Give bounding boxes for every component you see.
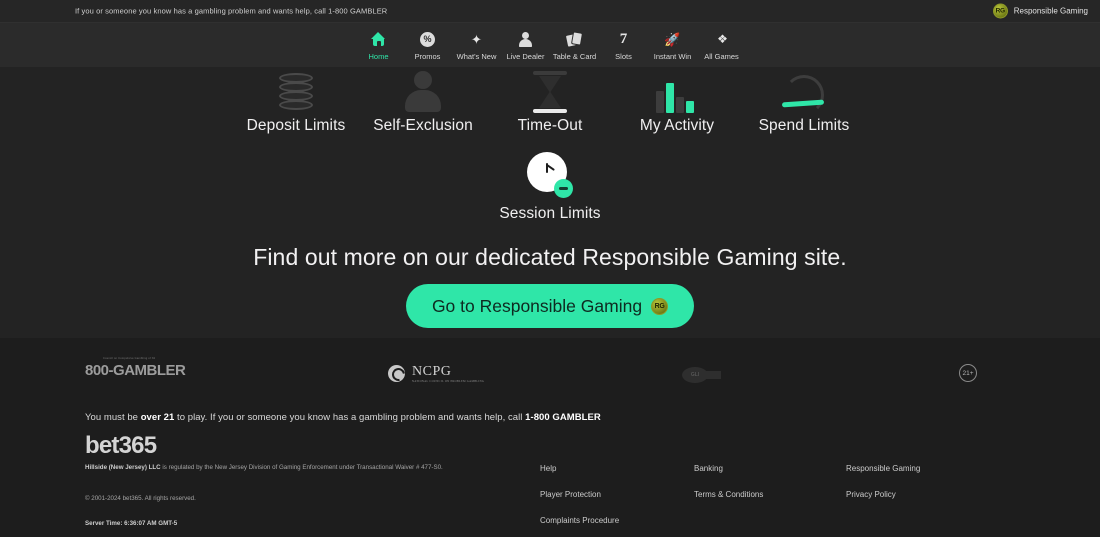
age-notice-over21: over 21 <box>140 412 175 423</box>
copyright-text: © 2001-2024 bet365. All rights reserved. <box>85 495 196 502</box>
age-notice-phone: 1-800 GAMBLER <box>525 412 601 423</box>
top-notice-bar: If you or someone you know has a gamblin… <box>0 0 1100 23</box>
nav-label: Promos <box>414 51 441 61</box>
tool-label: Spend Limits <box>758 117 850 134</box>
rg-tools-row-2: Session Limits <box>0 149 1100 223</box>
rg-badge-icon: RG <box>992 3 1008 19</box>
nav-item-whats-new[interactable]: ✦ What's New <box>452 23 501 67</box>
800-gambler-text: 800-GAMBLER <box>85 362 186 379</box>
footer-link-banking[interactable]: Banking <box>694 464 763 473</box>
nav-item-slots[interactable]: 7 Slots <box>599 23 648 67</box>
nav-label: Slots <box>615 51 632 61</box>
certification-tag <box>704 370 721 379</box>
go-to-responsible-gaming-button[interactable]: Go to Responsible Gaming RG <box>405 284 695 328</box>
hero-section: Deposit Limits Self-Exclusion Time-Out M… <box>0 23 1100 338</box>
ncpg-subtext: NATIONAL COUNCIL ON PROBLEM GAMBLING <box>412 380 485 383</box>
ncpg-spiral-icon <box>388 365 405 382</box>
cta-label: Go to Responsible Gaming <box>431 295 643 316</box>
800-gambler-subtext: Council on Compulsive Gambling of NJ <box>103 357 156 360</box>
hero-headline: Find out more on our dedicated Responsib… <box>253 244 847 270</box>
age-notice-part1: You must be <box>85 412 141 423</box>
tool-session-limits[interactable]: Session Limits <box>487 149 614 223</box>
cta-container: Go to Responsible Gaming RG <box>0 284 1100 328</box>
ncpg-logo: NCPG NATIONAL COUNCIL ON PROBLEM GAMBLIN… <box>388 364 484 383</box>
responsible-gaming-label: Responsible Gaming <box>1013 6 1088 16</box>
footer-link-complaints-procedure[interactable]: Complaints Procedure <box>540 516 619 525</box>
sparkle-icon: ✦ <box>471 31 482 47</box>
tool-label: Time-Out <box>517 117 583 134</box>
gambling-help-notice: If you or someone you know has a gamblin… <box>75 6 388 16</box>
clock-minus-icon <box>487 149 614 201</box>
bet365-logo: bet365 <box>85 432 157 459</box>
tool-label: Self-Exclusion <box>373 117 473 134</box>
playing-cards-icon <box>564 30 584 49</box>
tool-label: Session Limits <box>499 205 601 222</box>
nav-item-instant-win[interactable]: 🚀 Instant Win <box>648 23 697 67</box>
age-21-plus-icon: 21+ <box>959 364 977 382</box>
nav-label: Home <box>368 51 389 61</box>
tool-label: Deposit Limits <box>246 117 346 134</box>
nav-label: Instant Win <box>653 51 692 61</box>
ncpg-text: NCPG NATIONAL COUNCIL ON PROBLEM GAMBLIN… <box>412 364 484 383</box>
800-gambler-logo: Council on Compulsive Gambling of NJ 800… <box>85 357 186 379</box>
tool-label: My Activity <box>639 117 715 134</box>
ncpg-name: NCPG <box>412 364 452 379</box>
nav-item-home[interactable]: Home <box>354 23 403 67</box>
nav-label: All Games <box>704 51 739 61</box>
server-time-text: Server Time: 6:36:07 AM GMT-5 <box>85 520 178 527</box>
certification-logo: GLI <box>682 366 722 383</box>
footer-link-privacy-policy[interactable]: Privacy Policy <box>846 490 920 499</box>
page-root: If you or someone you know has a gamblin… <box>0 0 1100 537</box>
responsible-gaming-link[interactable]: RG Responsible Gaming <box>992 3 1088 19</box>
regulatory-notice: Hillside (New Jersey) LLC is regulated b… <box>85 464 443 471</box>
nav-item-live-dealer[interactable]: Live Dealer <box>501 23 550 67</box>
nav-item-promos[interactable]: % Promos <box>403 23 452 67</box>
nav-label: Live Dealer <box>506 51 545 61</box>
footer-link-player-protection[interactable]: Player Protection <box>540 490 619 499</box>
age-notice-part2: to play. If you or someone you know has … <box>174 412 526 423</box>
percent-tag-icon: % <box>420 30 435 49</box>
nav-label: What's New <box>456 51 497 61</box>
page-footer: Council on Compulsive Gambling of NJ 800… <box>0 338 1100 537</box>
footer-link-column-3: Responsible Gaming Privacy Policy <box>846 464 920 516</box>
nav-item-all-games[interactable]: ❖ All Games <box>697 23 746 67</box>
rg-badge-icon: RG <box>651 297 669 315</box>
footer-link-terms-and-conditions[interactable]: Terms & Conditions <box>694 490 763 499</box>
footer-link-column-1: Help Player Protection Complaints Proced… <box>540 464 619 537</box>
nav-label: Table & Card <box>552 51 597 61</box>
regulatory-rest: is regulated by the New Jersey Division … <box>160 464 443 471</box>
footer-link-column-2: Banking Terms & Conditions <box>694 464 763 516</box>
regulatory-entity: Hillside (New Jersey) LLC <box>85 464 161 471</box>
age-notice: You must be over 21 to play. If you or s… <box>85 412 601 423</box>
home-icon <box>371 30 386 49</box>
footer-logo-row: Council on Compulsive Gambling of NJ 800… <box>0 338 1100 400</box>
main-navigation: Home % Promos ✦ What's New Live Dealer T… <box>0 23 1100 67</box>
dealer-person-icon <box>518 30 533 49</box>
rocket-icon: 🚀 <box>664 31 681 47</box>
nav-item-table-and-card[interactable]: Table & Card <box>550 23 599 67</box>
diamonds-icon: ❖ <box>717 32 728 46</box>
seven-icon: 7 <box>619 30 628 47</box>
footer-link-responsible-gaming[interactable]: Responsible Gaming <box>846 464 920 473</box>
footer-link-help[interactable]: Help <box>540 464 619 473</box>
